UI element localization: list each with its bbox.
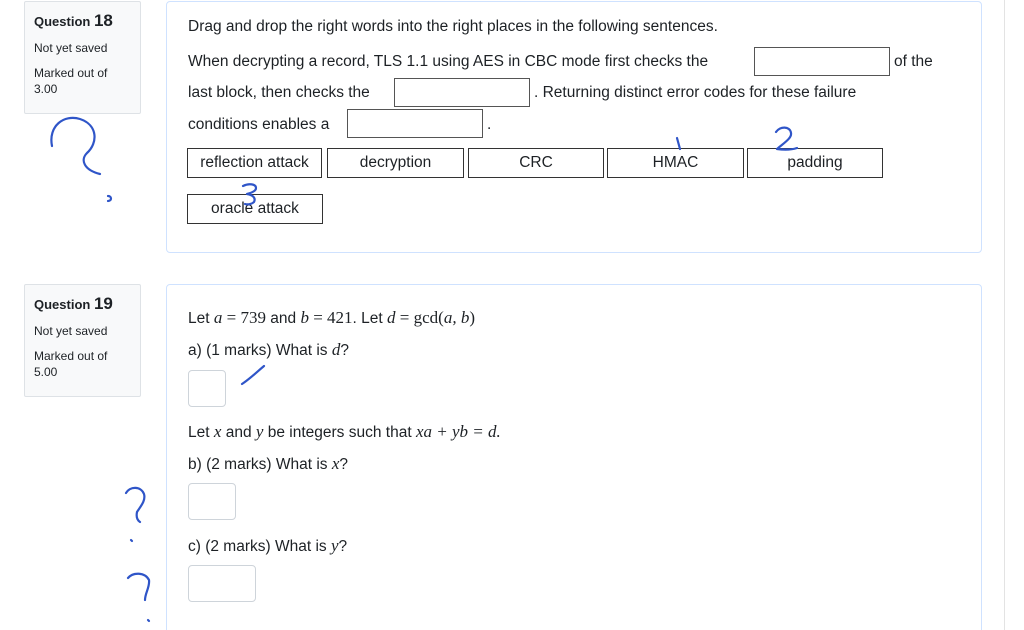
part-b-text: b) (2 marks) What is <box>188 456 332 473</box>
part-c-text: c) (2 marks) What is <box>188 538 331 555</box>
question-number: 19 <box>93 294 113 313</box>
var-d: d <box>387 308 396 327</box>
question-18-number: Question 18 <box>34 10 131 33</box>
question-18-marks-label: Marked out of <box>34 66 108 81</box>
question-19-marks-value: 5.00 <box>34 365 58 380</box>
q18-sentence-1-end: of the <box>894 53 933 70</box>
part-b-qmark: ? <box>339 456 348 473</box>
answer-x-input[interactable] <box>188 483 236 520</box>
let-d-text: . Let <box>352 310 388 327</box>
choice-crc[interactable]: CRC <box>468 148 604 178</box>
choice-hmac[interactable]: HMAC <box>607 148 744 178</box>
value-a: = 739 <box>222 308 266 327</box>
question-19-content: Let a = 739 and b = 421. Let d = gcd(a, … <box>166 284 982 630</box>
question-number: 18 <box>93 11 113 30</box>
and-text-2: and <box>221 424 256 441</box>
gcd-text: = gcd( <box>395 308 444 327</box>
handwritten-question-mark-icon <box>126 572 151 602</box>
gcd-args: a, b <box>443 308 470 327</box>
q19-let-xy: Let x and y be integers such that xa + y… <box>188 422 501 442</box>
q19-part-c: c) (2 marks) What is y? <box>188 536 347 556</box>
part-c-var: y <box>330 536 339 555</box>
q19-intro: Let a = 739 and b = 421. Let d = gcd(a, … <box>188 308 475 328</box>
intro-math-b: b = 421 <box>300 308 352 327</box>
question-19-number: Question 19 <box>34 293 131 316</box>
intro-math: a = 739 <box>214 308 266 327</box>
part-c-qmark: ? <box>338 538 348 555</box>
question-18-state: Not yet saved <box>34 40 108 55</box>
handwritten-question-mark-icon <box>50 116 102 176</box>
question-label: Question <box>34 297 91 312</box>
question-19-info: Question 19 Not yet saved Marked out of … <box>24 284 141 397</box>
question-19-marks-label: Marked out of <box>34 349 108 364</box>
handwritten-dot-icon <box>129 538 134 543</box>
intro-let-text: Let <box>188 310 210 327</box>
question-18-content: Drag and drop the right words into the r… <box>166 1 982 253</box>
let-text: Let <box>188 424 214 441</box>
question-19-state: Not yet saved <box>34 323 108 338</box>
choice-decryption[interactable]: decryption <box>327 148 464 178</box>
part-a-text: a) (1 marks) What is <box>188 342 332 359</box>
question-18-info: Question 18 Not yet saved Marked out of … <box>24 1 141 114</box>
choice-padding[interactable]: padding <box>747 148 883 178</box>
answer-y-input[interactable] <box>188 565 256 602</box>
integers-text: be integers such that <box>263 424 416 441</box>
handwritten-question-mark-icon <box>124 486 146 524</box>
part-a-qmark: ? <box>340 342 349 359</box>
drop-zone-3[interactable] <box>347 109 483 138</box>
var-b: b <box>300 308 309 327</box>
close-paren: ) <box>469 308 475 327</box>
q18-sentence-3-end: . <box>487 116 492 133</box>
q18-sentence-2-end: . Returning distinct error codes for the… <box>534 84 857 101</box>
choice-reflection-attack[interactable]: reflection attack <box>187 148 322 178</box>
handwritten-dot-icon <box>106 194 113 203</box>
q18-sentence-2: last block, then checks the <box>188 84 370 101</box>
answer-d-input[interactable] <box>188 370 226 407</box>
drop-zone-1[interactable] <box>754 47 890 76</box>
and-text: and <box>265 310 301 327</box>
page-edge-divider <box>1004 0 1005 630</box>
value-b: = 421 <box>308 308 353 327</box>
intro-math-d: d = gcd(a, b) <box>387 308 475 327</box>
bezout-equation: xa + yb = d. <box>415 422 501 441</box>
question-label: Question <box>34 14 91 29</box>
question-18-marks-value: 3.00 <box>34 82 58 97</box>
q19-part-b: b) (2 marks) What is x? <box>188 454 348 474</box>
handwritten-dot-icon <box>146 618 151 623</box>
q19-part-a: a) (1 marks) What is d? <box>188 340 349 360</box>
q18-instructions: Drag and drop the right words into the r… <box>188 18 718 35</box>
q18-sentence-3: conditions enables a <box>188 116 330 133</box>
q18-sentence-1: When decrypting a record, TLS 1.1 using … <box>188 53 709 70</box>
choice-oracle-attack[interactable]: oracle attack <box>187 194 323 224</box>
drop-zone-2[interactable] <box>394 78 530 107</box>
